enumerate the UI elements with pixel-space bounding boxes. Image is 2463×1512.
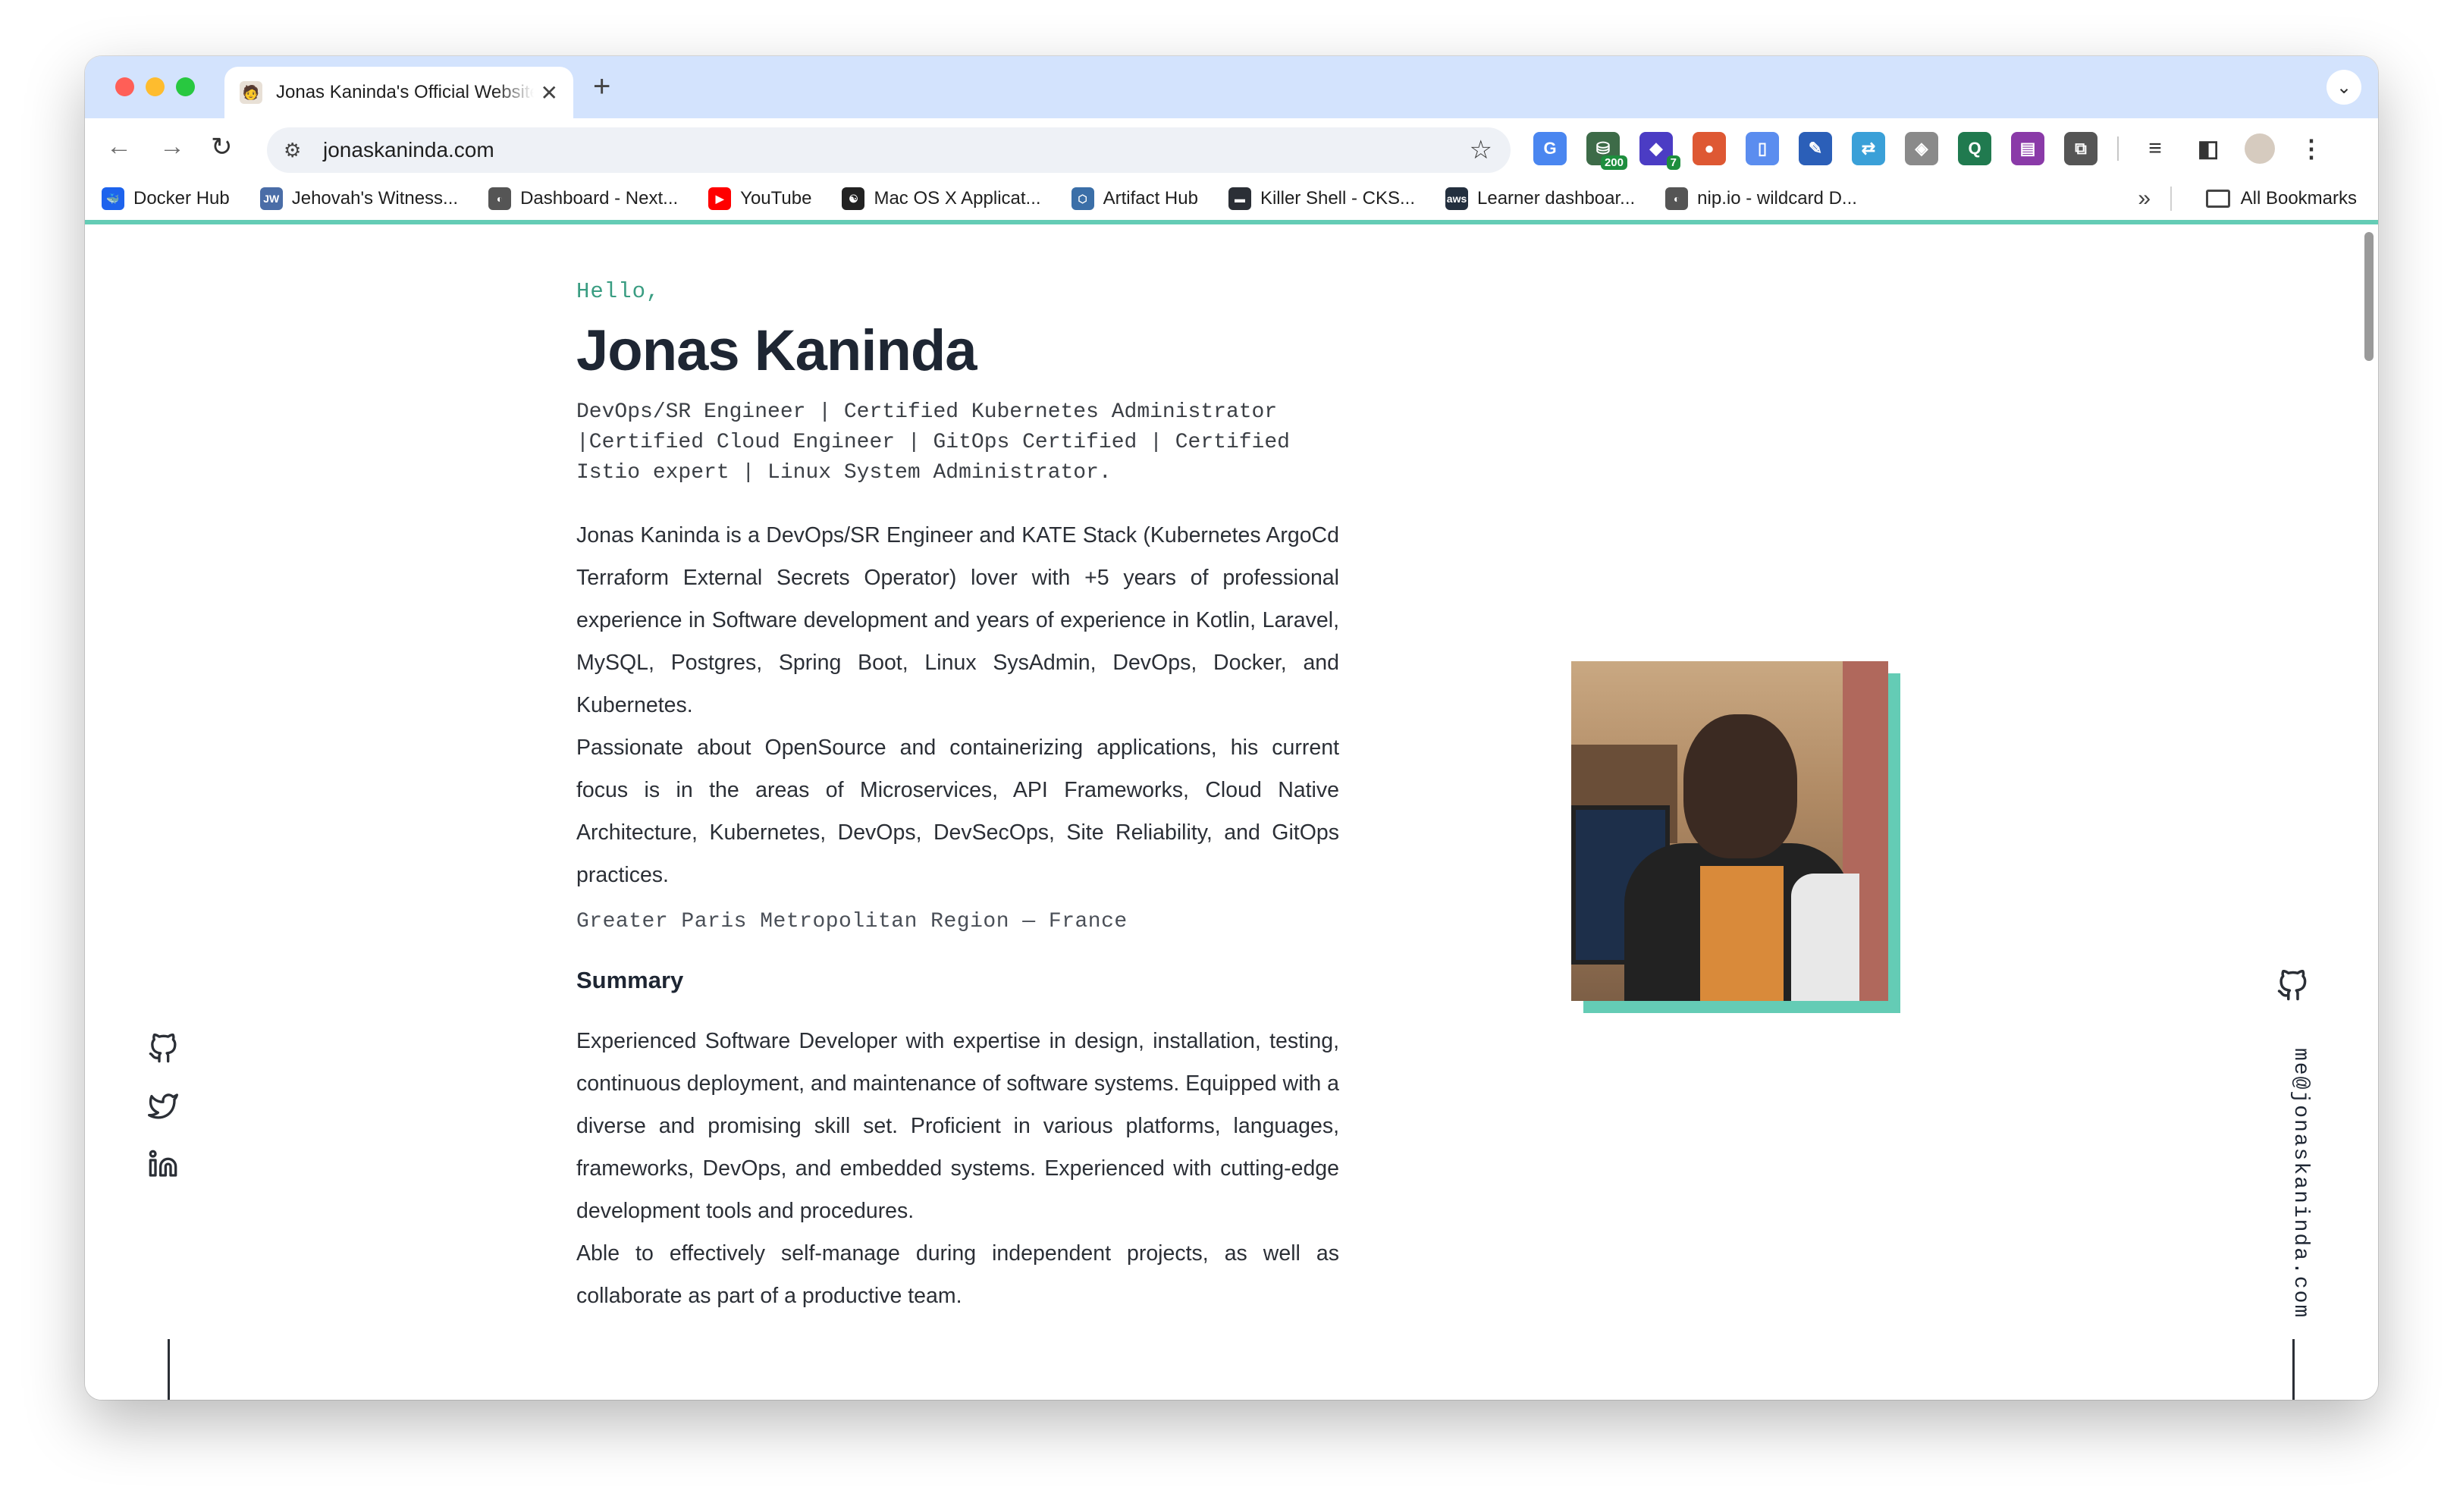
bookmark-favicon-icon: ▬ [1228,187,1251,210]
bookmark-favicon-icon: ◐ [1665,187,1689,210]
maximize-window-button[interactable] [176,77,195,96]
extension-200-icon[interactable]: ⛁ 200 [1586,132,1627,170]
browser-window: 🧑 Jonas Kaninda's Official Website ✕ + ⌄… [85,56,2378,1400]
extension-sync-icon[interactable]: ⇄ [1852,132,1885,165]
bio-paragraph-2: Passionate about OpenSource and containe… [576,736,1339,887]
bookmark-label: Jehovah's Witness... [291,188,459,209]
profile-avatar[interactable] [2245,133,2275,164]
profile-image [1571,661,1888,1001]
bookmark-favicon-icon: 🐳 [102,187,124,210]
tab-active[interactable]: 🧑 Jonas Kaninda's Official Website ✕ [224,67,573,118]
browser-menu-icon[interactable]: ⋮ [2295,132,2328,165]
bookmark-star-icon[interactable]: ☆ [1470,135,1492,165]
bookmark-label: Killer Shell - CKS... [1260,188,1416,209]
bookmark-item[interactable]: ▬ Killer Shell - CKS... [1228,187,1415,210]
bookmark-item[interactable]: 🐳 Docker Hub [102,187,230,210]
bookmark-label: Dashboard - Next... [520,188,679,209]
site-info-icon[interactable]: ⚙ [284,139,309,162]
bio-paragraph-1: Jonas Kaninda is a DevOps/SR Engineer an… [576,523,1339,717]
close-window-button[interactable] [115,77,134,96]
right-decor-line [2292,1339,2295,1400]
extension-green-icon[interactable]: Q [1958,132,1991,165]
toolbar: ← → ↻ ⚙ jonaskaninda.com ☆ G ⛁ 200 ◆ 7 ● ▯ ✎ ⇄ ◈ Q… [85,118,2378,177]
bookmark-favicon-icon: ◐ [488,187,512,210]
reading-list-icon[interactable]: ≡ [2138,132,2172,165]
bookmark-label: Docker Hub [133,188,230,209]
bookmark-label: Mac OS X Applicat... [874,188,1041,209]
location: Greater Paris Metropolitan Region — Fran… [576,910,1128,933]
bookmark-item[interactable]: ◐ Dashboard - Next... [488,187,678,210]
tab-close-icon[interactable]: ✕ [541,80,558,105]
extension-badge: 200 [1600,155,1627,170]
bookmark-favicon-icon: ⬡ [1071,187,1094,210]
bookmark-item[interactable]: ◐ nip.io - wildcard D... [1665,187,1857,210]
extension-purple-icon[interactable]: ▤ [2011,132,2044,165]
folder-icon [2205,190,2230,208]
page-content: Hello, Jonas Kaninda DevOps/SR Engineer … [85,220,2378,1400]
bookmark-item[interactable]: ☯ Mac OS X Applicat... [842,187,1041,210]
email-link[interactable]: me@jonaskaninda.com [2289,1048,2312,1319]
extensions-puzzle-icon[interactable]: ⧉ [2064,132,2097,165]
bookmark-item[interactable]: ⬡ Artifact Hub [1071,187,1198,210]
minimize-window-button[interactable] [146,77,165,96]
all-bookmarks-label: All Bookmarks [2240,188,2357,209]
all-bookmarks-button[interactable]: All Bookmarks [2205,188,2357,209]
bookmark-label: YouTube [740,188,812,209]
extension-blue-icon[interactable]: ✎ [1799,132,1832,165]
bookmark-label: Artifact Hub [1103,188,1198,209]
back-button[interactable]: ← [106,132,132,162]
bookmark-favicon-icon: ▶ [708,187,732,210]
toolbar-divider [2117,136,2119,161]
bookmarks-overflow-icon[interactable]: » [2138,186,2151,212]
bio: Jonas Kaninda is a DevOps/SR Engineer an… [576,514,1339,896]
scrollbar[interactable] [2364,232,2374,361]
tab-strip: 🧑 Jonas Kaninda's Official Website ✕ + ⌄ [85,56,2378,118]
git-icon[interactable]: ◈ [1905,132,1938,165]
reload-button[interactable]: ↻ [211,132,233,162]
summary: Experienced Software Developer with expe… [576,1020,1339,1317]
tab-search-button[interactable]: ⌄ [2327,70,2361,105]
url-text[interactable]: jonaskaninda.com [323,138,494,162]
social-links [146,1031,191,1204]
forward-button[interactable]: → [159,132,185,162]
tab-favicon-icon: 🧑 [240,81,262,104]
bookmark-label: Learner dashboar... [1477,188,1636,209]
tagline: DevOps/SR Engineer | Certified Kubernete… [576,400,1290,485]
bookmark-favicon-icon: ☯ [842,187,865,210]
page-title: Jonas Kaninda [576,318,977,383]
extension-7-icon[interactable]: ◆ 7 [1639,132,1680,170]
bookmark-label: nip.io - wildcard D... [1697,188,1857,209]
new-tab-button[interactable]: + [593,70,610,104]
summary-paragraph-1: Experienced Software Developer with expe… [576,1029,1340,1223]
bookmark-favicon-icon: aws [1445,187,1469,210]
address-bar[interactable]: ⚙ jonaskaninda.com ☆ [267,127,1511,173]
summary-heading: Summary [576,967,684,993]
left-decor-line [168,1339,170,1400]
hero-section: Hello, Jonas Kaninda DevOps/SR Engineer … [576,279,1339,1317]
duckduckgo-icon[interactable]: ● [1693,132,1726,165]
extensions-area: G ⛁ 200 ◆ 7 ● ▯ ✎ ⇄ ◈ Q ▤ ⧉ ≡ ◧ ⋮ [1533,129,2328,170]
summary-paragraph-2: Able to effectively self-manage during i… [576,1241,1339,1308]
twitter-icon[interactable] [146,1089,180,1124]
extension-badge: 7 [1666,155,1680,170]
bookmark-favicon-icon: JW [259,187,283,210]
tab-title: Jonas Kaninda's Official Website [276,82,534,102]
github-icon[interactable] [2276,969,2311,1005]
bookmarks-divider [2170,187,2172,211]
bookmark-item[interactable]: JW Jehovah's Witness... [259,187,459,210]
google-translate-icon[interactable]: G [1533,132,1567,165]
bookmark-item[interactable]: aws Learner dashboar... [1445,187,1635,210]
bookmark-item[interactable]: ▶ YouTube [708,187,811,210]
github-icon[interactable] [146,1031,180,1066]
profile-photo [1571,661,1900,1013]
linkedin-icon[interactable] [146,1147,180,1181]
bookmarks-bar: 🐳 Docker Hub JW Jehovah's Witness... ◐ Dashbo… [85,177,2378,220]
phone-icon[interactable]: ▯ [1746,132,1779,165]
side-panel-icon[interactable]: ◧ [2192,132,2225,165]
greeting: Hello, [576,279,660,304]
